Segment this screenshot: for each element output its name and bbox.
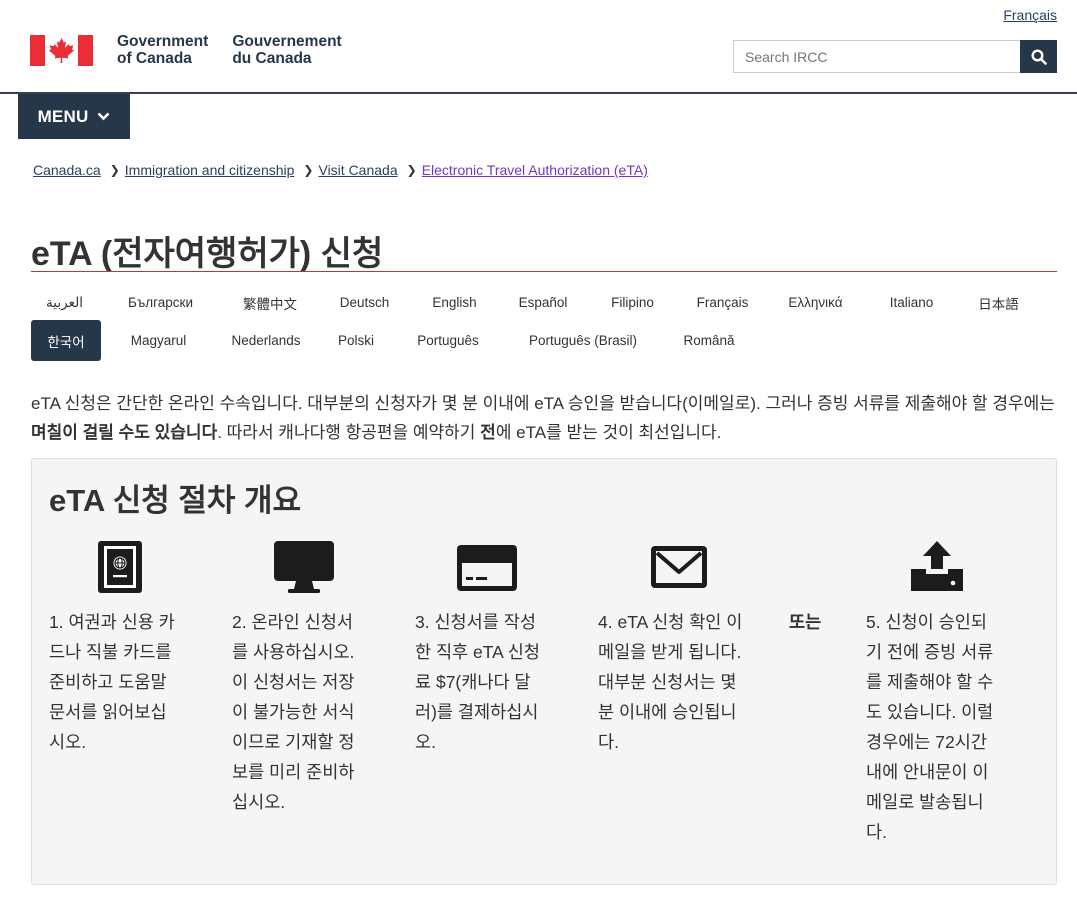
lang-tab-english[interactable]: English	[412, 282, 497, 323]
step-4-text: 4. eTA 신청 확인 이 메일을 받게 됩니다. 대부분 신청서는 몇 분 …	[598, 612, 743, 752]
computer-monitor-icon	[274, 541, 334, 593]
intro-emphasis-before: 전	[480, 423, 496, 442]
lang-tab-portuguese-brazil[interactable]: Português (Brasil)	[500, 320, 666, 361]
menu-label: MENU	[37, 106, 89, 126]
header-divider	[0, 92, 1077, 94]
credit-card-icon	[457, 545, 517, 591]
or-label: 또는	[789, 612, 822, 632]
envelope-icon	[651, 546, 707, 588]
step-3-text: 3. 신청서를 작성 한 직후 eTA 신청 료 $7(캐나다 달 러)를 결제…	[415, 612, 540, 752]
search-icon	[1030, 48, 1047, 65]
signature-english: Government of Canada	[117, 33, 209, 67]
canada-flag-icon	[30, 34, 93, 66]
breadcrumb-visit-canada[interactable]: Visit Canada	[318, 162, 397, 178]
panel-title: eTA 신청 절차 개요	[49, 483, 302, 518]
lang-tab-filipino[interactable]: Filipino	[589, 282, 676, 323]
passport-icon	[98, 541, 142, 593]
breadcrumb-immigration-citizenship[interactable]: Immigration and citizenship	[125, 162, 295, 178]
lang-tab-chinese-traditional[interactable]: 繁體中文	[223, 282, 317, 323]
search-button[interactable]	[1020, 40, 1057, 73]
government-signature[interactable]: Government of Canada Gouvernement du Can…	[30, 33, 342, 67]
breadcrumb-canada-ca[interactable]: Canada.ca	[33, 162, 101, 178]
search-input[interactable]	[733, 40, 1020, 73]
title-divider	[31, 271, 1057, 272]
chevron-right-icon: ❯	[303, 163, 314, 177]
language-tabs-row-2: 한국어 Magyarul Nederlands Polski Português…	[31, 320, 752, 361]
lang-tab-greek[interactable]: Ελληνικά	[769, 282, 862, 323]
signature-french: Gouvernement du Canada	[232, 33, 342, 67]
lang-tab-portuguese[interactable]: Português	[396, 320, 500, 361]
lang-tab-hungarian[interactable]: Magyarul	[101, 320, 216, 361]
intro-emphasis-days: 며칠이 걸릴 수도 있습니다	[31, 423, 218, 442]
breadcrumb: Canada.ca ❯ Immigration and citizenship …	[33, 162, 648, 178]
lang-tab-bulgarian[interactable]: Български	[98, 282, 223, 323]
lang-tab-japanese[interactable]: 日本語	[961, 282, 1036, 323]
step-2-text: 2. 온라인 신청서 를 사용하십시오. 이 신청서는 저장 이 불가능한 서식…	[232, 612, 355, 812]
lang-tab-arabic[interactable]: العربية	[31, 282, 98, 323]
lang-tab-polish[interactable]: Polski	[316, 320, 396, 361]
chevron-right-icon: ❯	[406, 163, 417, 177]
menu-button[interactable]: MENU	[18, 94, 130, 139]
lang-tab-korean[interactable]: 한국어	[31, 320, 101, 361]
breadcrumb-eta[interactable]: Electronic Travel Authorization (eTA)	[422, 162, 648, 178]
chevron-down-icon	[98, 112, 110, 121]
chevron-right-icon: ❯	[109, 163, 120, 177]
eta-process-overview-panel: eTA 신청 절차 개요 1. 여권과 신용 카 드나 직불 카드를 준비하고 …	[31, 458, 1057, 885]
lang-tab-german[interactable]: Deutsch	[317, 282, 412, 323]
lang-tab-dutch[interactable]: Nederlands	[216, 320, 316, 361]
lang-tab-italian[interactable]: Italiano	[862, 282, 961, 323]
step-1-text: 1. 여권과 신용 카 드나 직불 카드를 준비하고 도움말 문서를 읽어보십 …	[49, 612, 175, 752]
page-title: eTA (전자여행허가) 신청	[31, 235, 384, 273]
language-toggle-link[interactable]: Français	[1003, 7, 1057, 23]
lang-tab-romanian[interactable]: Română	[666, 320, 752, 361]
lang-tab-french[interactable]: Français	[676, 282, 769, 323]
upload-icon	[911, 541, 963, 591]
intro-paragraph: eTA 신청은 간단한 온라인 수속입니다. 대부분의 신청자가 몇 분 이내에…	[31, 394, 1055, 442]
lang-tab-spanish[interactable]: Español	[497, 282, 589, 323]
search-bar	[733, 40, 1057, 73]
step-5-text: 5. 신청이 승인되 기 전에 증빙 서류 를 제출해야 할 수 도 있습니다.…	[866, 612, 994, 842]
language-tabs-row-1: العربية Български 繁體中文 Deutsch English E…	[31, 282, 1036, 323]
